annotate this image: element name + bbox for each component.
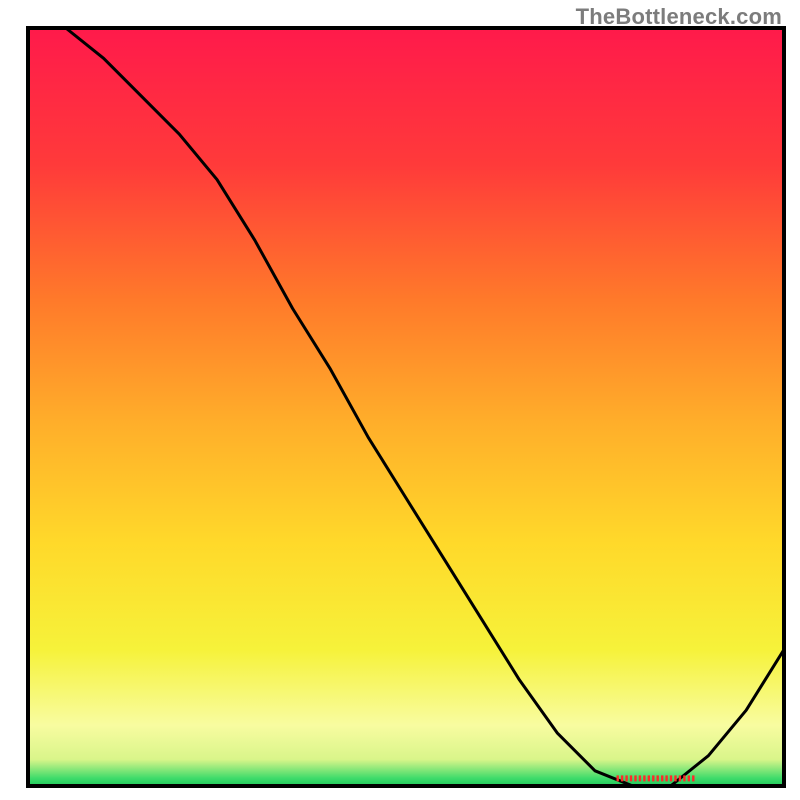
- chart-svg: [0, 0, 800, 800]
- plot-area: [28, 28, 784, 786]
- watermark-text: TheBottleneck.com: [576, 4, 782, 30]
- plot-background: [28, 28, 784, 786]
- chart-container: TheBottleneck.com: [0, 0, 800, 800]
